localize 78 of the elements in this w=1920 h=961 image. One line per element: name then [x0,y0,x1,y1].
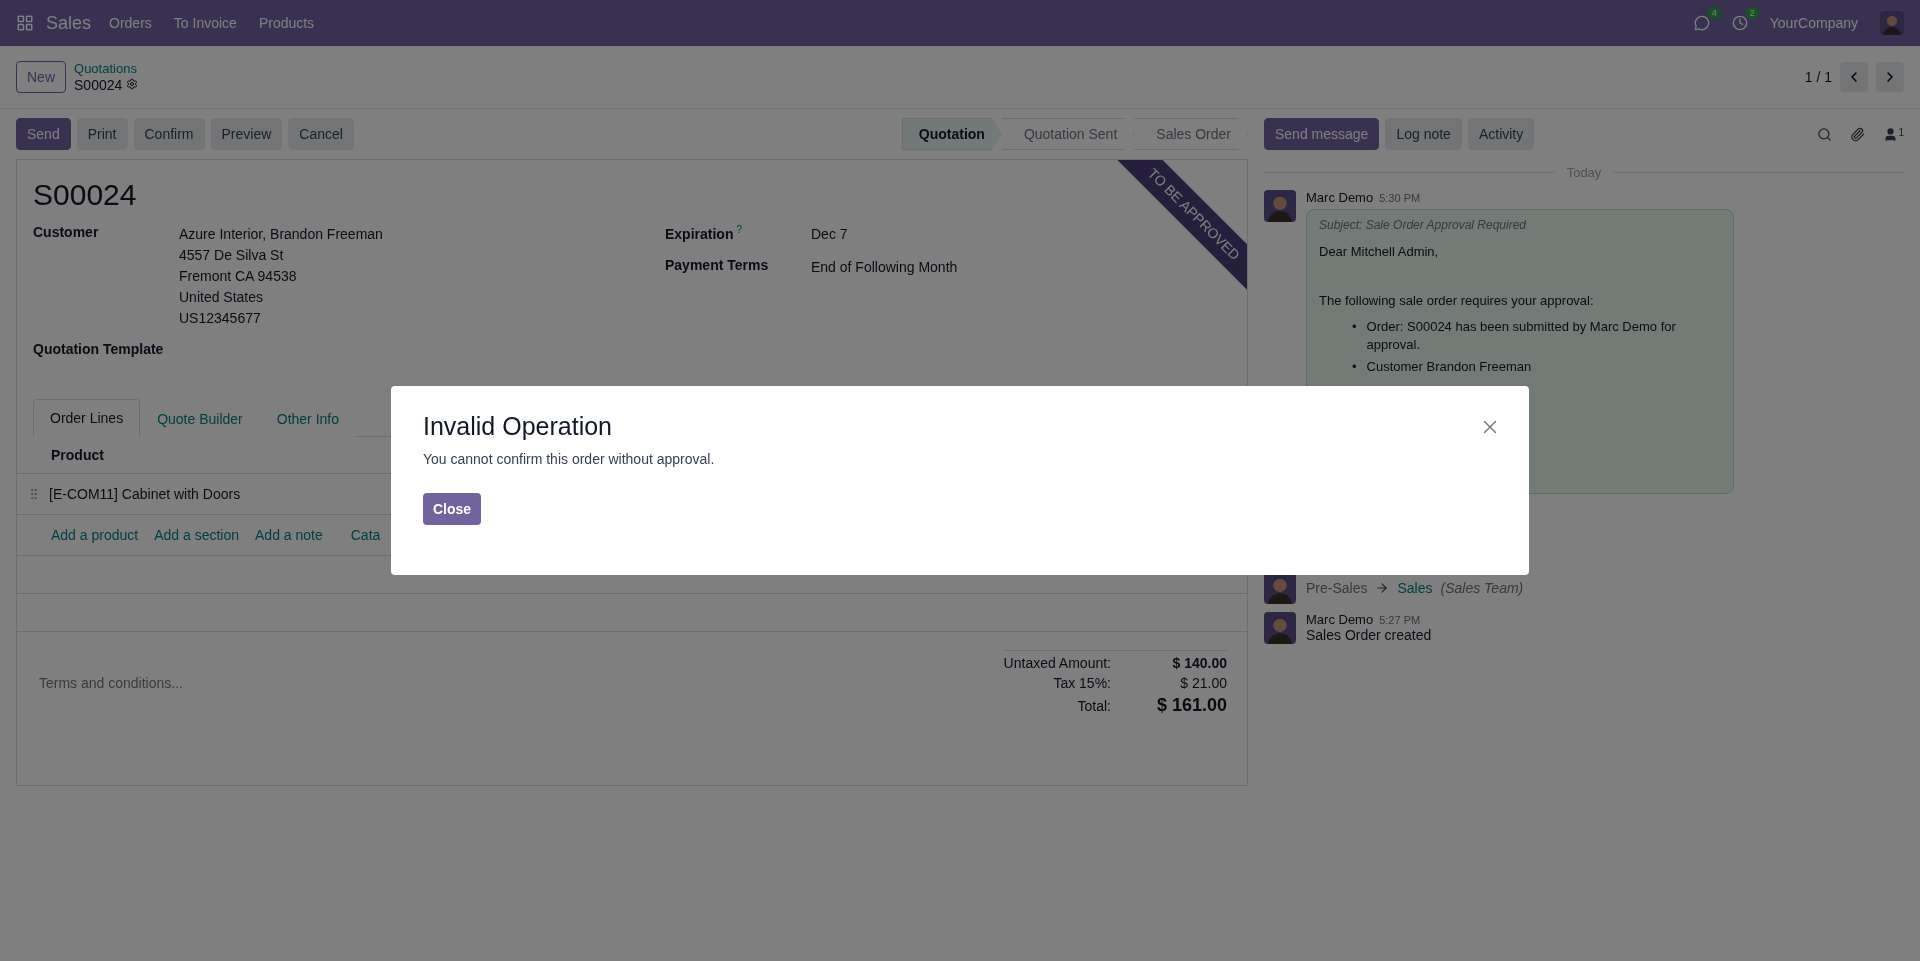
field-label: Expiration [665,225,734,242]
help-icon[interactable]: ? [736,224,743,235]
nav-menu-item[interactable]: Products [258,15,315,31]
previous-button[interactable] [1840,62,1868,92]
total-label: Tax 15%: [1052,675,1111,691]
address-line: United States [179,289,264,305]
field-label: Customer [33,224,100,242]
message-text: The following sale order requires your approval: [1319,293,1595,308]
record-name: S00024 [74,77,139,93]
total-label: Untaxed Amount: [1003,655,1111,671]
record-title: S00024 [33,178,137,212]
message-author[interactable]: Marc Demo [1306,612,1374,627]
action-button[interactable]: Cancel [288,118,354,150]
new-button[interactable]: New [16,61,66,93]
status-step[interactable]: Quotation [901,118,1002,150]
action-button[interactable]: Preview [210,118,283,150]
bullet: • [1352,318,1357,336]
clock-icon[interactable] [1731,15,1748,31]
tracked-field: (Sales Team) [1440,580,1524,596]
total-value: $ 140.00 [1171,655,1227,671]
message-list-item: Order: S00024 has been submitted by Marc Demo for approval. [1366,318,1677,354]
followers-icon[interactable] [1883,126,1899,142]
search-icon[interactable] [1817,126,1833,142]
bullet: • [1352,358,1357,376]
old-value: Pre-Sales [1306,580,1368,596]
breadcrumb-link[interactable]: Quotations [74,61,139,77]
pager-text: 1 / 1 [1804,67,1832,87]
field-label: Quotation Template [33,341,165,357]
chatter-button[interactable]: Activity [1467,118,1535,150]
message-time: 5:27 PM [1379,614,1421,626]
message-count-badge: 4 [1707,7,1721,19]
message-text: Sales Order created [1306,627,1432,643]
address-line: Fremont CA 94538 [179,268,297,284]
avatar [1264,612,1296,644]
dialog-title: Invalid Operation [423,412,612,441]
status-step[interactable]: Quotation Sent [1001,118,1135,150]
app-name[interactable]: Sales [46,12,92,34]
chatter-button[interactable]: Send message [1264,118,1380,150]
status-step[interactable]: Sales Order [1134,118,1248,150]
message-time: 5:30 PM [1379,192,1421,204]
activity-count-badge: 2 [1745,7,1759,19]
table-cell: [E-COM11] Cabinet with Doors [49,486,241,502]
avatar [1880,11,1904,35]
new-value: Sales [1397,580,1433,596]
add-line-link[interactable]: Add a note [255,527,323,543]
customer-value[interactable]: Azure Interior, Brandon Freeman [179,226,383,242]
message-subject: Subject: Sale Order Approval Required [1319,218,1527,232]
gear-icon[interactable] [126,78,139,90]
field-label: Payment Terms [665,257,770,275]
chatter-button[interactable]: Log note [1385,118,1462,150]
company-name[interactable]: YourCompany [1769,15,1858,31]
nav-menu-item[interactable]: To Invoice [173,15,237,31]
chat-icon[interactable] [1693,15,1710,31]
next-button[interactable] [1876,62,1904,92]
message-list-item: Customer Brandon Freeman [1366,358,1532,376]
apps-menu-icon[interactable] [16,14,34,32]
followers-count: 1 [1898,126,1904,140]
message-author[interactable]: Marc Demo [1306,190,1374,205]
nav-menu-item[interactable]: Orders [109,15,152,31]
address-line: US12345677 [179,310,261,326]
field-value[interactable]: Dec 7 [811,224,848,245]
message-text: Dear Mitchell Admin, [1319,244,1440,259]
total-value: $ 161.00 [1155,695,1227,716]
close-button[interactable]: Close [423,493,482,525]
action-button[interactable]: Print [76,118,128,150]
total-value: $ 21.00 [1179,675,1227,691]
dialog-message: You cannot confirm this order without approval. [423,451,716,467]
avatar [1264,190,1296,222]
action-button[interactable]: Send [16,118,71,150]
action-button[interactable]: Confirm [133,118,205,150]
field-value[interactable]: End of Following Month [811,257,958,278]
paperclip-icon[interactable] [1850,126,1866,142]
address-line: 4557 De Silva St [179,247,284,263]
add-line-link[interactable]: Add a product [51,527,139,543]
add-line-link[interactable]: Cata [350,527,381,543]
add-line-link[interactable]: Add a section [154,527,239,543]
tab[interactable]: Order Lines [33,399,141,437]
total-label: Total: [1076,697,1111,714]
